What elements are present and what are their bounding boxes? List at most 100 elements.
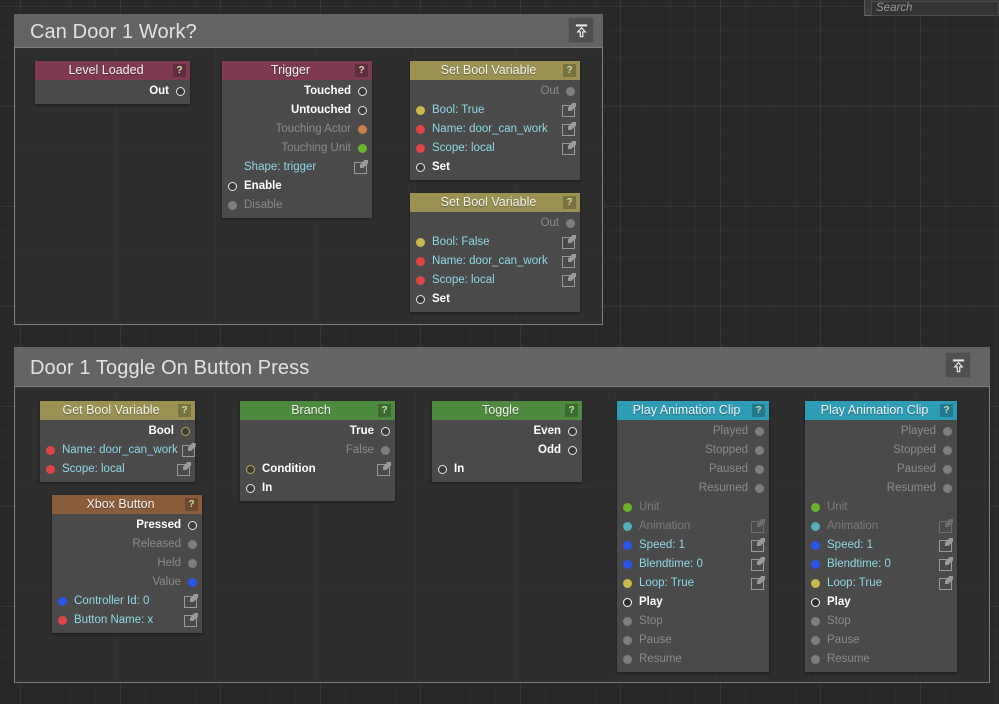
node-port-row[interactable]: Paused [805,460,957,479]
port-dot[interactable] [188,578,197,587]
node-port-row[interactable]: Played [805,422,957,441]
node-port-row[interactable]: Blendtime: 0 [617,555,769,574]
node-port-row[interactable]: Unit [805,498,957,517]
help-icon[interactable]: ? [355,64,368,77]
graph-node[interactable]: Set Bool Variable? Out Bool: False Name: do… [410,193,580,312]
node-header[interactable]: Play Animation Clip? [805,401,957,420]
edit-icon[interactable] [562,236,575,249]
node-port-row[interactable]: Resume [805,650,957,669]
node-port-row[interactable]: Stopped [617,441,769,460]
help-icon[interactable]: ? [173,64,186,77]
edit-icon[interactable] [751,520,764,533]
port-connector[interactable] [176,87,185,96]
port-connector[interactable] [188,540,197,549]
port-connector[interactable] [811,636,820,645]
node-port-row[interactable]: Stop [805,612,957,631]
port-connector[interactable] [943,484,952,493]
node-port-row[interactable]: Out [410,82,580,101]
port-connector[interactable] [943,427,952,436]
port-dot[interactable] [416,238,425,247]
node-port-row[interactable]: Untouched [222,101,372,120]
node-port-row[interactable]: Touched [222,82,372,101]
port-connector[interactable] [811,655,820,664]
edit-icon[interactable] [939,539,952,552]
port-connector[interactable] [381,427,390,436]
port-dot[interactable] [358,125,367,134]
node-port-row[interactable]: False [240,441,395,460]
port-connector[interactable] [566,87,575,96]
node-port-row[interactable]: Shape: trigger [222,158,372,177]
graph-node[interactable]: Set Bool Variable? Out Bool: True Name: doo… [410,61,580,180]
port-connector[interactable] [943,446,952,455]
node-port-row[interactable]: Animation [805,517,957,536]
help-icon[interactable]: ? [178,404,191,417]
port-dot[interactable] [623,503,632,512]
edit-icon[interactable] [377,463,390,476]
port-dot[interactable] [623,522,632,531]
node-port-row[interactable]: Pressed [52,516,202,535]
edit-icon[interactable] [751,539,764,552]
edit-icon[interactable] [562,274,575,287]
node-port-row[interactable]: Pause [617,631,769,650]
node-port-row[interactable]: Pause [805,631,957,650]
port-connector[interactable] [623,655,632,664]
node-port-row[interactable]: Bool: False [410,233,580,252]
port-dot[interactable] [811,579,820,588]
port-dot[interactable] [811,541,820,550]
port-dot[interactable] [623,541,632,550]
node-header[interactable]: Set Bool Variable? [410,193,580,212]
port-connector[interactable] [246,465,255,474]
node-port-row[interactable]: Blendtime: 0 [805,555,957,574]
node-header[interactable]: Branch? [240,401,395,420]
node-port-row[interactable]: Resume [617,650,769,669]
edit-icon[interactable] [184,595,197,608]
edit-icon[interactable] [354,161,367,174]
node-header[interactable]: Level Loaded? [35,61,190,80]
edit-icon[interactable] [939,558,952,571]
port-dot[interactable] [811,522,820,531]
port-dot[interactable] [58,597,67,606]
port-dot[interactable] [416,276,425,285]
port-dot[interactable] [416,125,425,134]
port-connector[interactable] [416,163,425,172]
node-header[interactable]: Trigger? [222,61,372,80]
node-port-row[interactable]: Name: door_can_work [40,441,195,460]
node-port-row[interactable]: Name: door_can_work [410,120,580,139]
port-connector[interactable] [755,465,764,474]
node-port-row[interactable]: Scope: local [410,139,580,158]
port-connector[interactable] [811,617,820,626]
node-port-row[interactable]: Out [35,82,190,101]
edit-icon[interactable] [939,520,952,533]
node-port-row[interactable]: In [432,460,582,479]
port-dot[interactable] [811,560,820,569]
node-port-row[interactable]: Bool [40,422,195,441]
node-header[interactable]: Xbox Button? [52,495,202,514]
port-dot[interactable] [46,465,55,474]
node-port-row[interactable]: Disable [222,196,372,215]
edit-icon[interactable] [184,614,197,627]
port-dot[interactable] [416,257,425,266]
node-graph-canvas[interactable]: Search Can Door 1 Work? Door 1 Toggle On … [0,0,999,704]
node-port-row[interactable]: Animation [617,517,769,536]
edit-icon[interactable] [177,463,190,476]
graph-node[interactable]: Trigger? Touched Untouched Touching Actor To… [222,61,372,218]
port-connector[interactable] [568,446,577,455]
node-port-row[interactable]: Held [52,554,202,573]
node-header[interactable]: Set Bool Variable? [410,61,580,80]
node-header[interactable]: Get Bool Variable? [40,401,195,420]
port-connector[interactable] [755,484,764,493]
port-dot[interactable] [58,616,67,625]
help-icon[interactable]: ? [565,404,578,417]
node-port-row[interactable]: Out [410,214,580,233]
node-port-row[interactable]: Loop: True [617,574,769,593]
node-header[interactable]: Toggle? [432,401,582,420]
port-connector[interactable] [358,87,367,96]
node-port-row[interactable]: Released [52,535,202,554]
port-dot[interactable] [416,106,425,115]
edit-icon[interactable] [562,255,575,268]
node-port-row[interactable]: Name: door_can_work [410,252,580,271]
node-port-row[interactable]: Stopped [805,441,957,460]
edit-icon[interactable] [751,577,764,590]
port-connector[interactable] [188,559,197,568]
port-connector[interactable] [181,427,190,436]
